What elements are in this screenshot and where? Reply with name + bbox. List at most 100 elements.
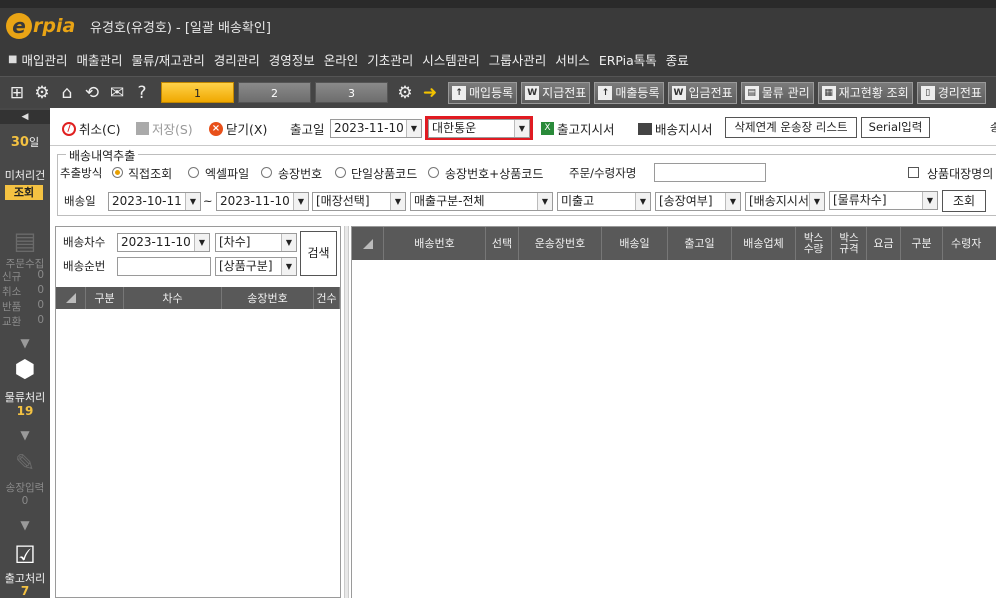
- menu-item-logistics[interactable]: 물류/재고관리: [131, 50, 204, 69]
- menu-item-management-info[interactable]: 경영정보: [269, 50, 315, 69]
- delivery-instruction-select[interactable]: [배송지시서] ▼: [745, 192, 825, 211]
- workspace-tab-1[interactable]: 1: [161, 82, 234, 103]
- window-title: 유경호(유경호) - [일괄 배송확인]: [90, 21, 271, 36]
- col-header-count[interactable]: 건수: [314, 287, 340, 309]
- col-header-box-qty[interactable]: 박스 수량: [796, 227, 832, 260]
- method-single-product-label[interactable]: 단일상품코드: [351, 165, 417, 182]
- ship-instruction-button[interactable]: X 출고지시서: [541, 119, 615, 138]
- method-invoice-product-label[interactable]: 송장번호+상품코드: [445, 165, 543, 182]
- workspace-tab-3[interactable]: 3: [315, 82, 388, 103]
- menu-item-purchase[interactable]: 매입관리: [21, 50, 67, 69]
- deleted-waybill-list-button[interactable]: 삭제연계 운송장 리스트: [725, 117, 857, 138]
- quick-logistics-button[interactable]: ▤ 물류 관리: [740, 81, 814, 104]
- col-header-select[interactable]: 선택: [486, 227, 519, 260]
- home-icon[interactable]: ⌂: [56, 82, 78, 104]
- batch-label: 배송차수: [63, 235, 106, 249]
- batch-search-button[interactable]: 검색: [300, 231, 337, 276]
- gear-icon[interactable]: ⚙: [31, 82, 53, 104]
- batch-date-picker[interactable]: 2023-11-10 ▼: [117, 233, 210, 252]
- grid-corner-cell[interactable]: [352, 227, 384, 260]
- network-icon[interactable]: ⊞: [6, 82, 28, 104]
- sales-type-select[interactable]: 매출구분-전체 ▼: [410, 192, 553, 211]
- quick-stock-status-button[interactable]: ▦ 재고현황 조회: [817, 81, 913, 104]
- settings-gear-icon[interactable]: ⚙: [394, 82, 416, 104]
- method-direct-radio[interactable]: [112, 167, 123, 178]
- chevron-down-icon: ▼: [281, 234, 296, 251]
- logistics-label[interactable]: 물류처리: [0, 389, 50, 405]
- menu-item-accounting[interactable]: 경리관리: [214, 50, 260, 69]
- product-type-select[interactable]: [상품구분] ▼: [215, 257, 297, 276]
- panel-splitter[interactable]: [344, 226, 349, 598]
- close-button[interactable]: × 닫기(X): [209, 119, 267, 138]
- method-excel-radio[interactable]: [188, 167, 199, 178]
- col-header-invoice-no[interactable]: 송장번호: [222, 287, 314, 309]
- invoice-input-label[interactable]: 송장입력: [0, 480, 50, 495]
- quick-payment-slip-button[interactable]: W 지급전표: [521, 81, 591, 104]
- chevron-down-icon: ▼: [809, 193, 824, 210]
- product-name-check-label[interactable]: 상품대장명의: [927, 165, 993, 182]
- delivery-date-from[interactable]: 2023-10-11 ▼: [108, 192, 201, 211]
- workspace-tab-2[interactable]: 2: [238, 82, 311, 103]
- col-header-waybill-no[interactable]: 운송장번호: [519, 227, 602, 260]
- checklist-icon[interactable]: ☑: [10, 540, 40, 570]
- help-icon[interactable]: ?: [131, 82, 153, 104]
- col-header-delivery-no[interactable]: 배송번호: [384, 227, 486, 260]
- box-icon[interactable]: ⬢: [10, 354, 40, 384]
- quick-deposit-slip-button[interactable]: W 입금전표: [667, 81, 737, 104]
- store-select[interactable]: [매장선택] ▼: [312, 192, 406, 211]
- method-invoice-label[interactable]: 송장번호: [278, 165, 322, 182]
- shipping-status-select[interactable]: 미출고 ▼: [557, 192, 651, 211]
- invoice-status-select[interactable]: [송장여부] ▼: [655, 192, 741, 211]
- menu-item-sales[interactable]: 매출관리: [76, 50, 122, 69]
- method-direct-label[interactable]: 직접조회: [128, 165, 172, 182]
- save-button[interactable]: 저장(S): [136, 119, 193, 138]
- menu-item-exit[interactable]: 종료: [666, 50, 689, 69]
- ship-date-picker[interactable]: 2023-11-10 ▼: [330, 119, 422, 138]
- col-header-type[interactable]: 구분: [901, 227, 943, 260]
- col-header-type[interactable]: 구분: [86, 287, 124, 309]
- method-invoice-product-radio[interactable]: [428, 167, 439, 178]
- quick-accounting-slip-button[interactable]: ▯ 경리전표: [916, 81, 986, 104]
- carrier-select[interactable]: 대한통운 ▼: [428, 119, 530, 138]
- doc-w-icon: W: [525, 85, 540, 100]
- method-single-product-radio[interactable]: [335, 167, 346, 178]
- menu-item-erpia-talk[interactable]: ERPia톡톡: [599, 50, 657, 69]
- menu-item-service[interactable]: 서비스: [555, 50, 590, 69]
- method-excel-label[interactable]: 엑셀파일: [205, 165, 249, 182]
- delivery-date-to[interactable]: 2023-11-10 ▼: [216, 192, 309, 211]
- batch-select[interactable]: [차수] ▼: [215, 233, 297, 252]
- grid-corner-cell[interactable]: [56, 287, 86, 309]
- extract-search-button[interactable]: 조회: [942, 190, 986, 212]
- chevron-down-icon: ▼: [390, 193, 405, 210]
- select-all-corner-icon: [65, 293, 76, 303]
- col-header-batch[interactable]: 차수: [124, 287, 222, 309]
- col-header-recipient[interactable]: 수령자: [943, 227, 996, 260]
- refresh-icon[interactable]: ⟲: [81, 82, 103, 104]
- quick-sales-register-button[interactable]: ↑ 매출등록: [594, 81, 664, 104]
- order-seq-input[interactable]: [117, 257, 211, 276]
- col-header-delivery-date[interactable]: 배송일: [602, 227, 668, 260]
- menu-item-system[interactable]: 시스템관리: [422, 50, 480, 69]
- arrow-right-icon[interactable]: ➜: [419, 82, 441, 104]
- unprocessed-inquiry-button[interactable]: 조회: [5, 185, 43, 200]
- cancel-button[interactable]: / 취소(C): [62, 119, 120, 138]
- method-invoice-radio[interactable]: [261, 167, 272, 178]
- menu-item-online[interactable]: 온라인: [324, 50, 359, 69]
- mail-icon[interactable]: ✉: [106, 82, 128, 104]
- title-bar: e rpia 유경호(유경호) - [일괄 배송확인]: [0, 0, 996, 42]
- orderer-name-input[interactable]: [654, 163, 766, 182]
- serial-input-button[interactable]: Serial입력: [861, 117, 930, 138]
- sidebar-collapse-button[interactable]: ◀: [0, 110, 50, 124]
- product-name-checkbox[interactable]: [908, 167, 919, 178]
- col-header-box-size[interactable]: 박스 규격: [832, 227, 867, 260]
- delivery-instruction-button[interactable]: 배송지시서: [638, 119, 713, 138]
- order-seq-label: 배송순번: [63, 259, 106, 273]
- logistics-batch-select[interactable]: [물류차수] ▼: [829, 191, 938, 210]
- period-days: 30일: [10, 135, 40, 150]
- quick-purchase-register-button[interactable]: ↑ 매입등록: [448, 81, 518, 104]
- col-header-fee[interactable]: 요금: [867, 227, 901, 260]
- col-header-carrier[interactable]: 배송업체: [732, 227, 796, 260]
- col-header-ship-date[interactable]: 출고일: [668, 227, 732, 260]
- menu-item-basic[interactable]: 기초관리: [367, 50, 413, 69]
- menu-item-group[interactable]: 그룹사관리: [489, 50, 547, 69]
